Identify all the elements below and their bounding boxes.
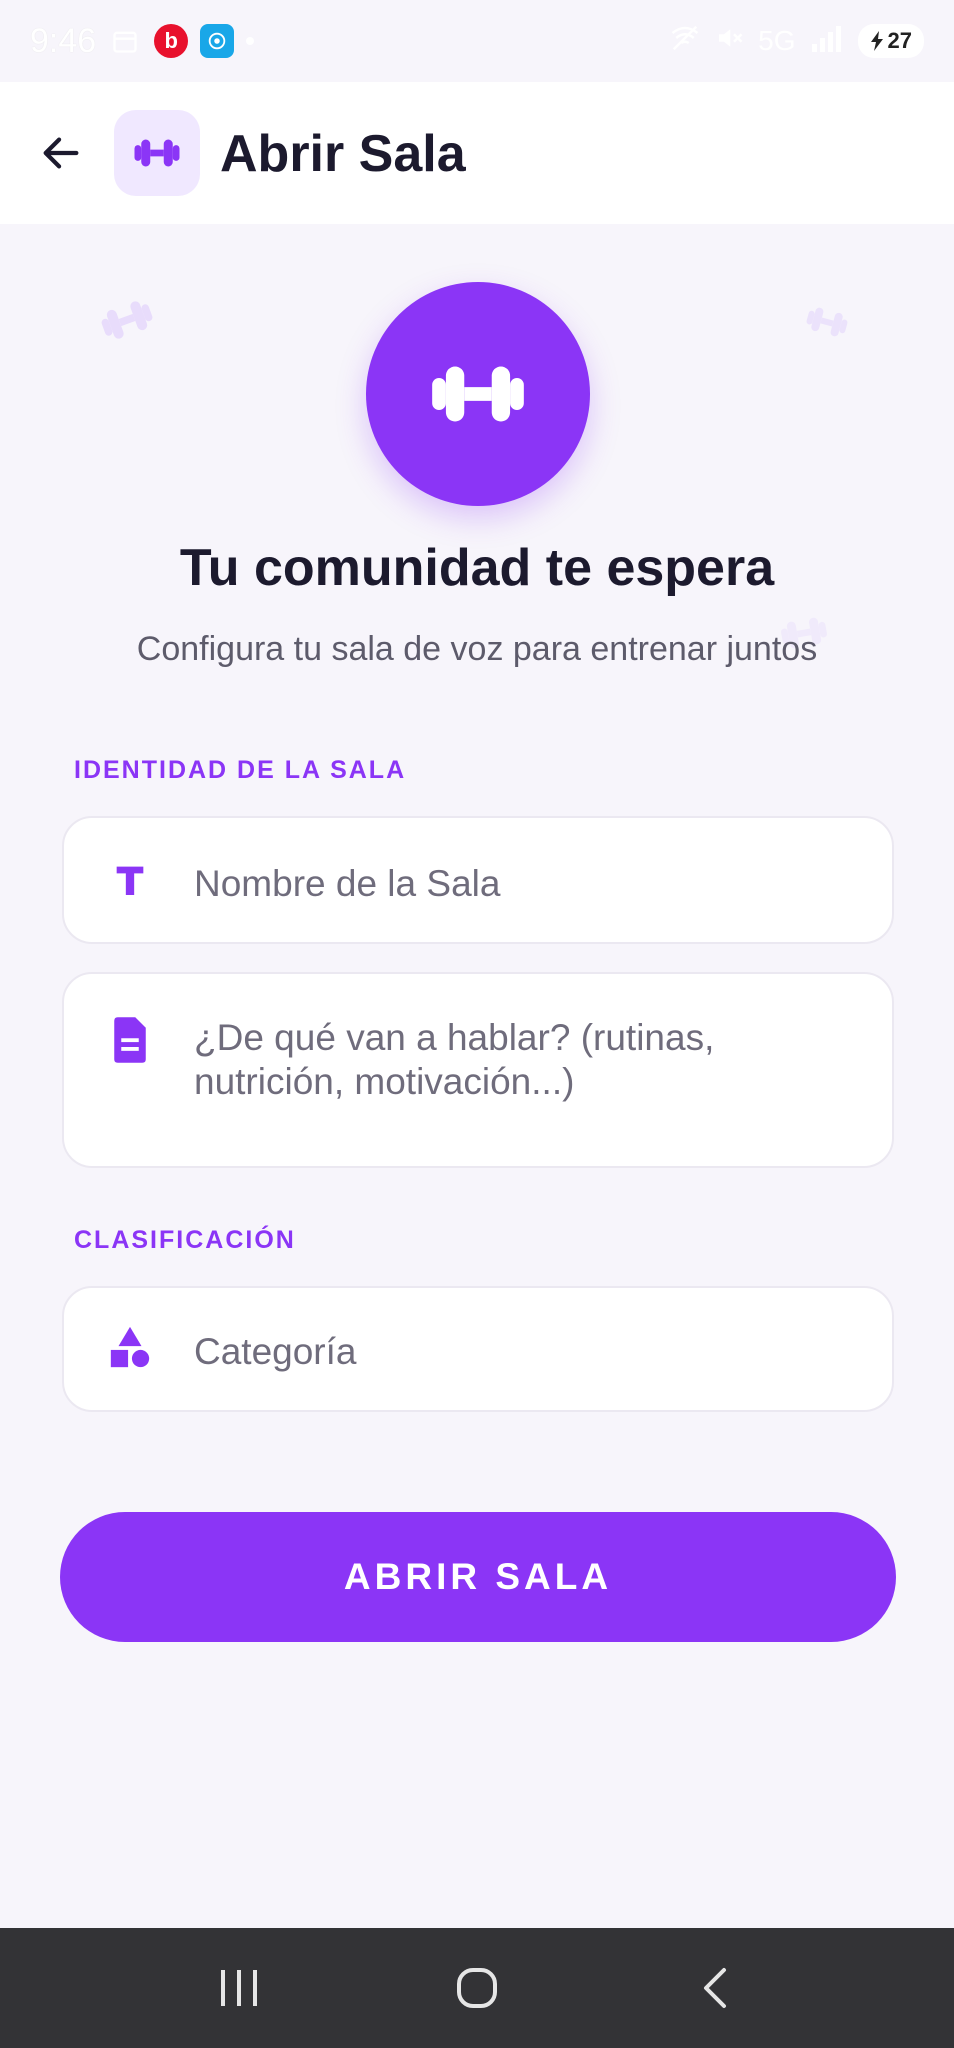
room-name-placeholder: Nombre de la Sala <box>194 863 501 904</box>
description-placeholder: ¿De qué van a hablar? (rutinas, nutrició… <box>194 1017 715 1103</box>
app-screen: 9:46 b 5G 27 Abrir Sala Tu comunidad te … <box>0 0 954 2048</box>
system-back-button[interactable] <box>675 1948 755 2028</box>
chevron-left-icon <box>704 1968 726 2008</box>
room-name-input[interactable]: Nombre de la Sala <box>62 816 894 944</box>
mute-icon <box>714 23 744 60</box>
recent-apps-icon <box>221 1970 257 2006</box>
document-icon <box>106 1016 154 1064</box>
status-right: 5G 27 <box>670 23 924 60</box>
home-button[interactable] <box>437 1948 517 2028</box>
battery-indicator: 27 <box>857 24 924 58</box>
status-bar: 9:46 b 5G 27 <box>0 0 954 82</box>
recent-apps-button[interactable] <box>199 1948 279 2028</box>
description-input[interactable]: ¿De qué van a hablar? (rutinas, nutrició… <box>62 972 894 1168</box>
status-time: 9:46 <box>30 21 97 60</box>
notification-dot-icon <box>246 37 255 45</box>
hero-logo <box>366 282 590 506</box>
charging-icon <box>870 31 883 51</box>
arrow-left-icon <box>43 137 79 169</box>
decorative-dumbbell-icon <box>806 307 848 337</box>
category-placeholder: Categoría <box>194 1331 357 1372</box>
section-label-classification: CLASIFICACIÓN <box>74 1226 296 1254</box>
shapes-icon <box>106 1324 154 1372</box>
beats-app-icon: b <box>154 24 189 58</box>
app-logo <box>114 110 200 196</box>
battery-level: 27 <box>887 28 912 53</box>
decorative-dumbbell-icon <box>101 301 153 339</box>
system-nav-bar <box>0 1928 954 2048</box>
back-button[interactable] <box>36 128 86 178</box>
open-room-button[interactable]: ABRIR SALA <box>60 1512 896 1642</box>
text-t-icon <box>106 856 154 904</box>
camera-app-icon <box>200 24 235 58</box>
network-label: 5G <box>758 25 796 56</box>
home-icon <box>457 1968 497 2008</box>
dumbbell-icon <box>432 366 524 422</box>
wifi-off-icon <box>670 23 700 60</box>
signal-icon <box>810 24 844 59</box>
section-label-identity: IDENTIDAD DE LA SALA <box>74 756 407 784</box>
status-left: 9:46 b <box>30 21 255 61</box>
app-bar: Abrir Sala <box>0 82 954 224</box>
category-select[interactable]: Categoría <box>62 1286 894 1412</box>
dumbbell-icon <box>134 139 180 167</box>
hero-subtitle: Configura tu sala de voz para entrenar j… <box>136 630 818 668</box>
page-title: Abrir Sala <box>220 125 466 183</box>
calendar-icon <box>108 24 142 58</box>
hero-title: Tu comunidad te espera <box>179 539 775 597</box>
